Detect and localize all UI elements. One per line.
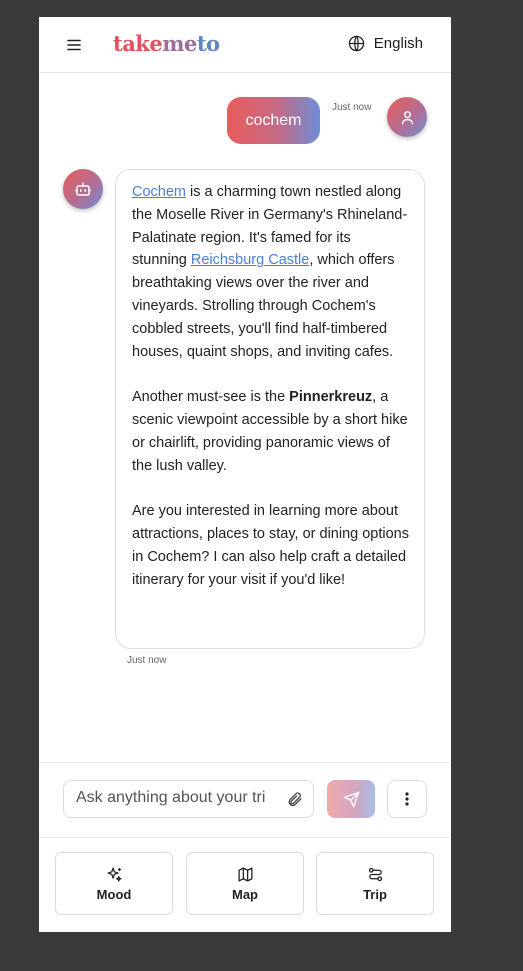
nav-mood-label: Mood [96, 886, 132, 902]
message-input-container [63, 780, 314, 818]
nav-map-button[interactable]: Map [186, 852, 304, 915]
route-icon [368, 867, 382, 881]
sparkles-icon [106, 866, 122, 882]
composer [39, 762, 451, 838]
bot-paragraph-3: Are you interested in learning more abou… [132, 503, 409, 588]
bot-avatar [63, 169, 103, 209]
bot-message-time: Just now [127, 655, 167, 666]
nav-map-label: Map [232, 886, 258, 902]
user-avatar [387, 97, 427, 137]
menu-icon [67, 39, 81, 51]
globe-icon [348, 35, 365, 52]
more-options-button[interactable] [387, 780, 427, 818]
chat-area: cochem Just now Cochem is a charming tow… [39, 73, 451, 762]
bot-message-bubble: Cochem is a charming town nestled along … [115, 169, 425, 649]
user-message-bubble: cochem [227, 97, 320, 144]
nav-mood-button[interactable]: Mood [55, 852, 173, 915]
nav-trip-label: Trip [363, 886, 387, 902]
bot-paragraph-2: Another must-see is the Pinnerkreuz, a s… [132, 389, 408, 474]
message-input[interactable] [76, 789, 266, 807]
paperclip-icon[interactable] [286, 791, 303, 808]
nav-trip-button[interactable]: Trip [316, 852, 434, 915]
bottom-nav: Mood Map Trip [39, 837, 451, 932]
app-window: takemeto English cochem Just now Cochem … [39, 17, 451, 932]
user-icon [401, 110, 413, 125]
cochem-link[interactable]: Cochem [132, 184, 186, 200]
send-icon [343, 791, 359, 807]
more-vertical-icon [405, 792, 409, 806]
map-icon [237, 866, 253, 882]
user-message-text: cochem [245, 111, 302, 129]
bot-paragraph-1: Cochem is a charming town nestled along … [132, 184, 408, 360]
pinnerkreuz-bold: Pinnerkreuz [289, 389, 373, 406]
menu-button[interactable] [63, 34, 85, 56]
logo[interactable]: takemeto [113, 31, 220, 56]
reichsburg-castle-link[interactable]: Reichsburg Castle [191, 252, 309, 268]
header: takemeto English [39, 17, 451, 73]
language-selector[interactable]: English [348, 35, 423, 52]
user-message-time: Just now [332, 102, 372, 113]
language-label: English [373, 35, 423, 52]
send-button[interactable] [327, 780, 375, 818]
bot-icon [74, 182, 92, 196]
